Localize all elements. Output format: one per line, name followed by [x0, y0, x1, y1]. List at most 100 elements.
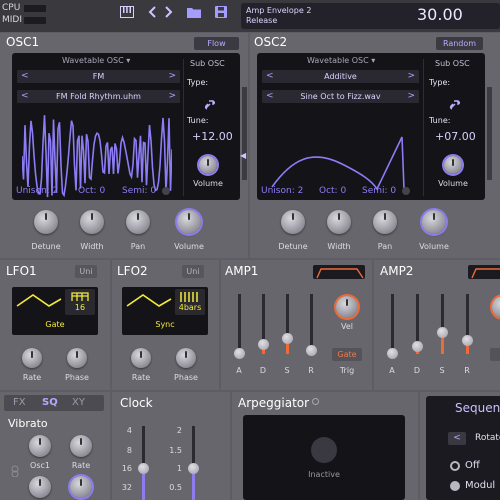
lfo2-screen[interactable]: 4bars Sync: [122, 287, 208, 335]
osc2-detune-label: Detune: [278, 242, 308, 251]
chevron-right-icon[interactable]: >: [168, 70, 176, 83]
clock-fader-2[interactable]: [188, 426, 199, 500]
osc2-file-select[interactable]: < Sine Oct to Fizz.wav >: [262, 90, 419, 103]
osc2-volume-knob[interactable]: [422, 210, 446, 234]
osc1-sub-volume-knob[interactable]: [199, 156, 217, 174]
tab-xy[interactable]: XY: [72, 397, 85, 408]
lfo1-phase-knob[interactable]: [67, 348, 87, 368]
osc2-type-select[interactable]: Wavetable OSC ▾: [307, 56, 375, 65]
lfo2-uni-button[interactable]: Uni: [182, 265, 204, 278]
clock-scale2-0-5: 0.5: [169, 483, 182, 492]
chevron-left-icon[interactable]: <: [21, 90, 29, 103]
amp2-release-fader[interactable]: [462, 294, 473, 354]
link-icon[interactable]: [449, 96, 461, 115]
amp1-release-fader[interactable]: [306, 294, 317, 356]
vibrato-osc1-label: Osc1: [30, 461, 50, 470]
chevron-right-icon[interactable]: >: [407, 90, 415, 103]
osc2-scrollbar[interactable]: [487, 87, 492, 180]
osc1-file-select[interactable]: < FM Fold Rhythm.uhm >: [17, 90, 180, 103]
osc1-semi[interactable]: Semi: 0: [122, 186, 156, 196]
seq-title: Sequen: [455, 401, 500, 415]
midi-meter: [24, 17, 46, 24]
osc2-wave-select[interactable]: < Additive >: [262, 70, 419, 83]
osc1-type-select[interactable]: Wavetable OSC ▾: [62, 56, 130, 65]
lfo2-rate-knob[interactable]: [131, 348, 151, 368]
osc1-wave-select[interactable]: < FM >: [17, 70, 180, 83]
clock-panel: Clock 4 8 16 32 2 1.5 1 0.5: [112, 392, 230, 500]
osc2-semi[interactable]: Semi: 0: [362, 186, 396, 196]
osc2-sub-volume-knob[interactable]: [444, 156, 462, 174]
amp1-attack-fader[interactable]: [234, 294, 245, 359]
amp2-gate-button[interactable]: G: [490, 348, 500, 361]
save-icon[interactable]: [211, 6, 231, 24]
arp-panel: Arpeggiator Inactive: [232, 392, 418, 500]
seq-rotate[interactable]: Rotate: [475, 433, 500, 443]
amp1-vel-knob[interactable]: [336, 296, 358, 318]
seq-modul-radio[interactable]: [450, 481, 460, 491]
osc1-detune-knob[interactable]: [34, 210, 58, 234]
chevron-right-icon[interactable]: >: [168, 90, 176, 103]
osc2-power-icon[interactable]: [402, 187, 410, 195]
link-icon[interactable]: [204, 96, 216, 115]
osc1-wave-label: FM: [92, 72, 105, 81]
vibrato-osc1-knob[interactable]: [29, 435, 51, 457]
osc2-tune-value[interactable]: +07.00: [435, 130, 476, 143]
amp1-gate-button[interactable]: Gate: [332, 348, 362, 361]
chevron-right-icon[interactable]: >: [407, 70, 415, 83]
osc1-scrollbar[interactable]: [242, 87, 247, 180]
patch-display[interactable]: Amp Envelope 2 Release 30.00: [241, 3, 500, 29]
osc1-width-knob[interactable]: [80, 210, 104, 234]
amp2-vel-knob[interactable]: [492, 296, 500, 318]
amp2-attack-fader[interactable]: [387, 294, 398, 359]
tempo-value[interactable]: 30.00: [417, 5, 463, 24]
lfo1-screen[interactable]: 16 Gate: [12, 287, 98, 335]
osc2-file-label: Sine Oct to Fizz.wav: [300, 92, 381, 101]
amp2-r-label: R: [464, 366, 470, 375]
osc2-detune-knob[interactable]: [281, 210, 305, 234]
amp2-panel: AMP2 A D S R G: [374, 260, 500, 390]
lfo1-uni-button[interactable]: Uni: [75, 265, 97, 278]
lfo2-phase-knob[interactable]: [176, 348, 196, 368]
clock-scale1-4: 4: [126, 426, 132, 435]
tab-fx[interactable]: FX: [13, 397, 26, 408]
osc2-width-knob[interactable]: [327, 210, 351, 234]
arp-knob[interactable]: [311, 437, 337, 463]
chevron-left-icon[interactable]: <: [21, 70, 29, 83]
osc2-pan-knob[interactable]: [373, 210, 397, 234]
lfo1-rate-knob[interactable]: [22, 348, 42, 368]
tab-sq[interactable]: SQ: [42, 397, 58, 408]
seq-off-radio[interactable]: [450, 461, 460, 471]
osc2-wave-label: Additive: [324, 72, 357, 81]
keyboard-icon[interactable]: [117, 6, 137, 24]
osc1-flow-button[interactable]: Flow: [194, 37, 239, 50]
osc1-oct[interactable]: Oct: 0: [78, 186, 105, 196]
osc1-unison[interactable]: Unison: 2: [16, 186, 58, 196]
chevron-left-icon[interactable]: <: [266, 90, 274, 103]
amp2-sustain-fader[interactable]: [437, 294, 448, 354]
amp2-decay-fader[interactable]: [412, 294, 423, 354]
vibrato-knob-4[interactable]: [70, 476, 92, 498]
osc1-volume-knob[interactable]: [177, 210, 201, 234]
osc1-power-icon[interactable]: [162, 187, 170, 195]
osc1-pan-knob[interactable]: [126, 210, 150, 234]
clock-fader-1[interactable]: [138, 426, 149, 500]
folder-icon[interactable]: [184, 6, 204, 24]
osc2-caret-left-icon[interactable]: ◀: [240, 151, 246, 160]
vibrato-rate-knob[interactable]: [70, 435, 92, 457]
lfo2-mode: Sync: [155, 320, 175, 329]
osc2-unison[interactable]: Unison: 2: [261, 186, 303, 196]
chevron-left-icon[interactable]: <: [448, 432, 466, 445]
amp1-decay-fader[interactable]: [258, 294, 269, 354]
amp1-envelope-display[interactable]: [313, 265, 365, 279]
chevron-right-icon[interactable]: [158, 6, 178, 24]
arp-power-icon[interactable]: [312, 398, 319, 405]
lfo2-panel: LFO2 Uni 4bars Sync Rate Phase: [112, 260, 219, 390]
osc2-oct[interactable]: Oct: 0: [319, 186, 346, 196]
amp1-sustain-fader[interactable]: [282, 294, 293, 354]
osc2-random-button[interactable]: Random: [436, 37, 483, 50]
link-icon[interactable]: [10, 462, 20, 481]
osc1-tune-value[interactable]: +12.00: [192, 130, 233, 143]
chevron-left-icon[interactable]: <: [266, 70, 274, 83]
amp2-envelope-display[interactable]: [468, 265, 500, 279]
vibrato-knob-3[interactable]: [29, 476, 51, 498]
